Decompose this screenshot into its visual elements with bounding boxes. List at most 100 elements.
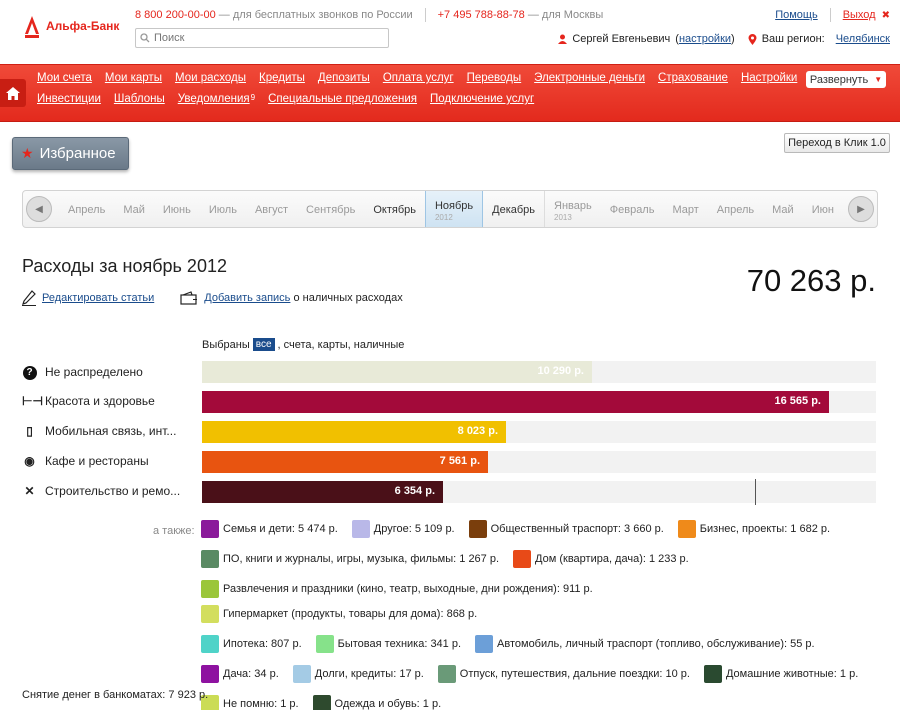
- klik-switch-button[interactable]: Переход в Клик 1.0: [784, 133, 890, 153]
- logout-link[interactable]: Выход: [843, 9, 876, 21]
- region-link[interactable]: Челябинск: [836, 33, 890, 45]
- user-name: Сергей Евгеньевич: [572, 33, 671, 45]
- add-record-link[interactable]: Добавить запись: [204, 292, 290, 304]
- month-item[interactable]: Июнь: [154, 191, 200, 227]
- legend-item[interactable]: Ипотека: 807 р.: [201, 634, 302, 654]
- legend-item[interactable]: Общественный траспорт: 3 660 р.: [468, 519, 664, 539]
- month-slider: ◀ Апрель Май Июнь Июль Август Сентябрь Октябрь…: [22, 190, 878, 228]
- category-row[interactable]: ⊢⊣ Красота и здоровье 16 565 р.: [22, 391, 878, 413]
- month-item[interactable]: Январь 2013: [545, 191, 601, 227]
- legend-label: Дом (квартира, дача): 1 233 р.: [535, 553, 689, 565]
- nav-transfers[interactable]: Переводы: [467, 72, 522, 84]
- month-item[interactable]: Апрель: [59, 191, 114, 227]
- month-item[interactable]: Июн: [803, 191, 843, 227]
- month-item[interactable]: Февраль: [601, 191, 664, 227]
- month-item[interactable]: Июль: [200, 191, 246, 227]
- nav-investments[interactable]: Инвестиции: [37, 93, 101, 105]
- month-item[interactable]: Ноябрь 2012: [424, 191, 484, 227]
- expand-button[interactable]: Развернуть ▼: [806, 71, 886, 88]
- nav-e-money[interactable]: Электронные деньги: [534, 72, 645, 84]
- month-name: Июн: [811, 204, 834, 216]
- nav-my-cards[interactable]: Мои карты: [105, 72, 162, 84]
- legend-item[interactable]: Развлечения и праздники (кино, театр, вы…: [201, 579, 593, 599]
- nav-settings[interactable]: Настройки: [741, 72, 797, 84]
- home-button[interactable]: [0, 79, 26, 107]
- month-name: Апрель: [68, 204, 106, 216]
- bar-fill[interactable]: 7 561 р.: [202, 451, 488, 473]
- bar-fill[interactable]: 6 354 р.: [202, 481, 443, 503]
- month-name: Июль: [208, 204, 237, 216]
- legend-item[interactable]: Бизнес, проекты: 1 682 р.: [677, 519, 830, 539]
- search-box[interactable]: [135, 28, 389, 48]
- bar-fill[interactable]: 16 565 р.: [202, 391, 829, 413]
- edit-categories-link[interactable]: Редактировать статьи: [42, 292, 154, 304]
- prev-month-button[interactable]: ◀: [26, 196, 52, 222]
- nav-credits[interactable]: Кредиты: [259, 72, 305, 84]
- category-label: ▯ Мобильная связь, инт...: [22, 424, 192, 438]
- actions-row: Редактировать статьи Добавить запись о н…: [22, 290, 429, 306]
- bar-fill[interactable]: 8 023 р.: [202, 421, 506, 443]
- legend-swatch: [468, 520, 487, 538]
- nav-special-offers[interactable]: Специальные предложения: [268, 93, 417, 105]
- nav-payments[interactable]: Оплата услуг: [383, 72, 454, 84]
- help-link[interactable]: Помощь: [775, 9, 818, 21]
- bar-track: 7 561 р.: [202, 451, 876, 473]
- nav-my-accounts[interactable]: Мои счета: [37, 72, 92, 84]
- add-record-action[interactable]: Добавить запись о наличных расходах: [180, 291, 403, 305]
- month-item[interactable]: Май: [763, 191, 803, 227]
- legend-swatch: [475, 635, 494, 653]
- favorites-button[interactable]: ★ Избранное: [12, 137, 129, 170]
- month-item[interactable]: Октябрь: [364, 191, 425, 227]
- legend-item[interactable]: Дом (квартира, дача): 1 233 р.: [513, 549, 689, 569]
- legend-item[interactable]: Дача: 34 р.: [201, 664, 279, 684]
- alfa-bank-logo[interactable]: Альфа-Банк: [22, 14, 119, 38]
- month-item[interactable]: Август: [246, 191, 297, 227]
- legend-item[interactable]: ПО, книги и журналы, игры, музыка, фильм…: [201, 549, 499, 569]
- month-item[interactable]: Сентябрь: [297, 191, 364, 227]
- legend-item[interactable]: Автомобиль, личный траспорт (топливо, об…: [475, 634, 815, 654]
- nav-my-expenses[interactable]: Мои расходы: [175, 72, 246, 84]
- legend-label: Автомобиль, личный траспорт (топливо, об…: [497, 638, 815, 650]
- month-name: Сентябрь: [306, 204, 356, 216]
- nav-notifications[interactable]: Уведомления: [178, 93, 250, 105]
- settings-link[interactable]: настройки: [679, 33, 731, 45]
- category-row[interactable]: ✕ Строительство и ремо... 6 354 р.: [22, 481, 878, 503]
- month-item[interactable]: Март: [663, 191, 707, 227]
- month-item[interactable]: Апрель: [708, 191, 763, 227]
- category-row[interactable]: ▯ Мобильная связь, инт... 8 023 р.: [22, 421, 878, 443]
- legend-item[interactable]: Другое: 5 109 р.: [351, 519, 455, 539]
- nav-deposits[interactable]: Депозиты: [318, 72, 370, 84]
- legend-label: Одежда и обувь: 1 р.: [334, 698, 442, 710]
- bar-fill[interactable]: 10 290 р.: [202, 361, 592, 383]
- category-row[interactable]: ? Не распределено 10 290 р.: [22, 361, 878, 383]
- month-name: Ноябрь: [434, 199, 474, 212]
- category-row[interactable]: ◉ Кафе и рестораны 7 561 р.: [22, 451, 878, 473]
- legend-item[interactable]: Гипермаркет (продукты, товары для дома):…: [201, 604, 477, 624]
- alfa-logo-icon: [25, 16, 39, 38]
- search-input[interactable]: [154, 32, 374, 44]
- legend-item[interactable]: Не помню: 1 р.: [201, 694, 299, 710]
- filter-all-badge[interactable]: все: [252, 338, 275, 351]
- close-icon[interactable]: ✖: [882, 10, 890, 21]
- legend-swatch: [312, 695, 331, 710]
- atm-withdrawal: Снятие денег в банкоматах: 7 923 р.: [22, 689, 209, 701]
- legend-label: Семья и дети: 5 474 р.: [223, 523, 338, 535]
- nav-templates[interactable]: Шаблоны: [114, 93, 165, 105]
- legend-item[interactable]: Домашние животные: 1 р.: [703, 664, 858, 684]
- legend-item[interactable]: Бытовая техника: 341 р.: [315, 634, 461, 654]
- category-label: ⊢⊣ Красота и здоровье: [22, 394, 192, 408]
- month-item[interactable]: Декабрь: [483, 191, 546, 227]
- nav-connect-services[interactable]: Подключение услуг: [430, 93, 534, 105]
- legend-item[interactable]: Одежда и обувь: 1 р.: [312, 694, 442, 710]
- edit-categories-action[interactable]: Редактировать статьи: [22, 290, 154, 306]
- next-month-button[interactable]: ▶: [848, 196, 874, 222]
- logo-text: Альфа-Банк: [46, 19, 120, 33]
- legend-item[interactable]: Долги, кредиты: 17 р.: [292, 664, 424, 684]
- legend-item[interactable]: Отпуск, путешествия, дальние поездки: 10…: [437, 664, 690, 684]
- bar-value: 10 290 р.: [537, 365, 584, 377]
- filter-summary: Выбраны все , счета, карты, наличные: [202, 338, 404, 351]
- month-item[interactable]: Май: [114, 191, 154, 227]
- legend-swatch: [201, 635, 219, 653]
- legend-item[interactable]: Семья и дети: 5 474 р.: [201, 519, 338, 539]
- nav-insurance[interactable]: Страхование: [658, 72, 728, 84]
